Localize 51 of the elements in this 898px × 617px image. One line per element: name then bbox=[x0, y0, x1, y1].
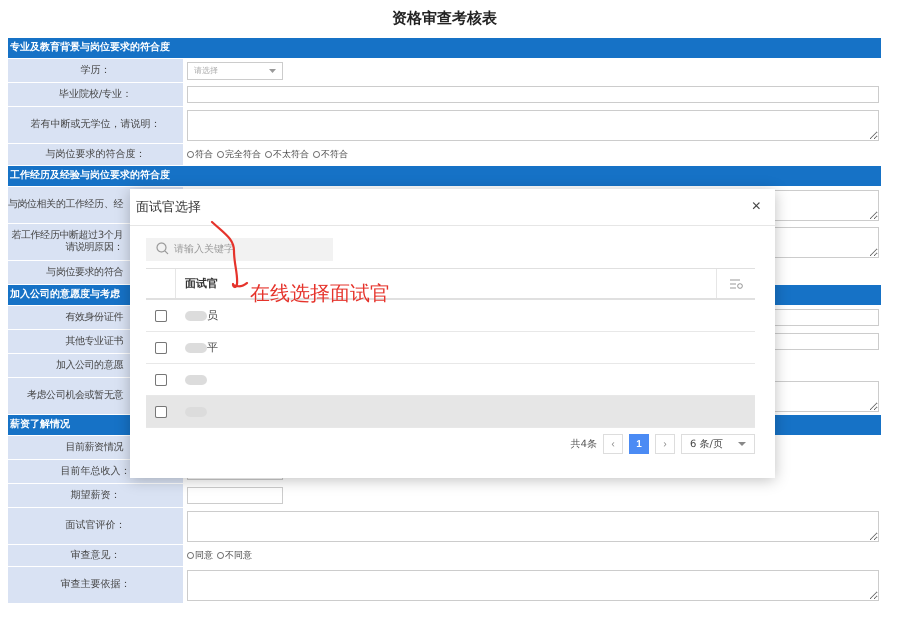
page-size-select[interactable]: 6 条/页 bbox=[681, 434, 755, 454]
field-label: 若有中断或无学位，请说明： bbox=[30, 119, 160, 131]
column-settings-icon bbox=[730, 278, 742, 288]
radio-circle[interactable] bbox=[217, 552, 224, 559]
field-label: 若工作经历中断超过3个月 bbox=[11, 230, 123, 242]
total-count: 共4条 bbox=[570, 438, 597, 451]
field-label: 与岗位相关的工作经历、经 bbox=[8, 199, 123, 211]
checkbox[interactable] bbox=[155, 374, 167, 386]
search-icon bbox=[156, 242, 169, 255]
field-label: 与岗位要求的符合度： bbox=[46, 148, 146, 160]
input-field[interactable] bbox=[187, 487, 283, 504]
field-label: 目前薪资情况 bbox=[65, 442, 123, 454]
field-label: 毕业院校/专业： bbox=[58, 88, 132, 100]
radio-option[interactable]: 不太符合 bbox=[265, 148, 309, 161]
field-label: 目前年总收入： bbox=[60, 466, 130, 478]
radio-circle[interactable] bbox=[187, 552, 194, 559]
checkbox[interactable] bbox=[155, 310, 167, 322]
field-label: 期望薪资： bbox=[70, 490, 120, 502]
radio-circle[interactable] bbox=[187, 151, 194, 158]
field-label: 审查意见： bbox=[70, 550, 120, 562]
table-cell: 平 bbox=[207, 340, 218, 355]
radio-option[interactable]: 同意 bbox=[187, 549, 213, 562]
field-label: 请说明原因： bbox=[65, 242, 123, 254]
section-header: 专业及教育背景与岗位要求的符合度 bbox=[8, 38, 881, 58]
caret-icon bbox=[269, 68, 276, 72]
form-title: 资格审查考核表 bbox=[391, 8, 498, 29]
field-label: 加入公司的意愿 bbox=[56, 360, 123, 372]
radio-option[interactable]: 完全符合 bbox=[217, 148, 261, 161]
field-label: 其他专业证书 bbox=[65, 336, 123, 348]
field-label: 有效身份证件 bbox=[65, 312, 123, 324]
table-cell: 员 bbox=[207, 308, 218, 323]
radio-option[interactable]: 不同意 bbox=[217, 549, 252, 562]
section-header: 工作经历及经验与岗位要求的符合度 bbox=[8, 166, 881, 186]
field-label: 与岗位要求的符合 bbox=[46, 266, 123, 278]
checkbox[interactable] bbox=[155, 342, 167, 354]
field-label: 面试官评价： bbox=[66, 520, 126, 532]
field-label: 考虑公司机会或暂无意 bbox=[26, 390, 123, 402]
radio-circle[interactable] bbox=[313, 151, 320, 158]
field-label: 学历： bbox=[80, 64, 110, 76]
close-button[interactable]: × bbox=[748, 198, 765, 216]
checkbox[interactable] bbox=[155, 406, 167, 418]
radio-option[interactable]: 符合 bbox=[187, 148, 213, 161]
radio-circle[interactable] bbox=[265, 151, 272, 158]
previous-page-button[interactable]: ‹ bbox=[603, 434, 623, 454]
dialog-title: 面试官选择 bbox=[136, 199, 201, 216]
field-label: 审查主要依据： bbox=[60, 579, 130, 591]
radio-circle[interactable] bbox=[217, 151, 224, 158]
caret-icon bbox=[738, 442, 746, 446]
input-field[interactable] bbox=[187, 86, 879, 103]
next-page-button[interactable]: › bbox=[655, 434, 675, 454]
radio-option[interactable]: 不符合 bbox=[313, 148, 348, 161]
